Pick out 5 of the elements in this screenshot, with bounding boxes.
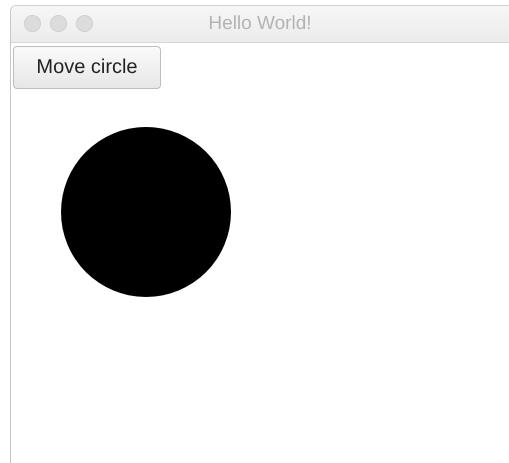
zoom-icon[interactable]	[76, 15, 93, 32]
move-circle-button[interactable]: Move circle	[13, 46, 161, 89]
close-icon[interactable]	[24, 15, 41, 32]
minimize-icon[interactable]	[50, 15, 67, 32]
window-title: Hello World!	[208, 13, 312, 35]
